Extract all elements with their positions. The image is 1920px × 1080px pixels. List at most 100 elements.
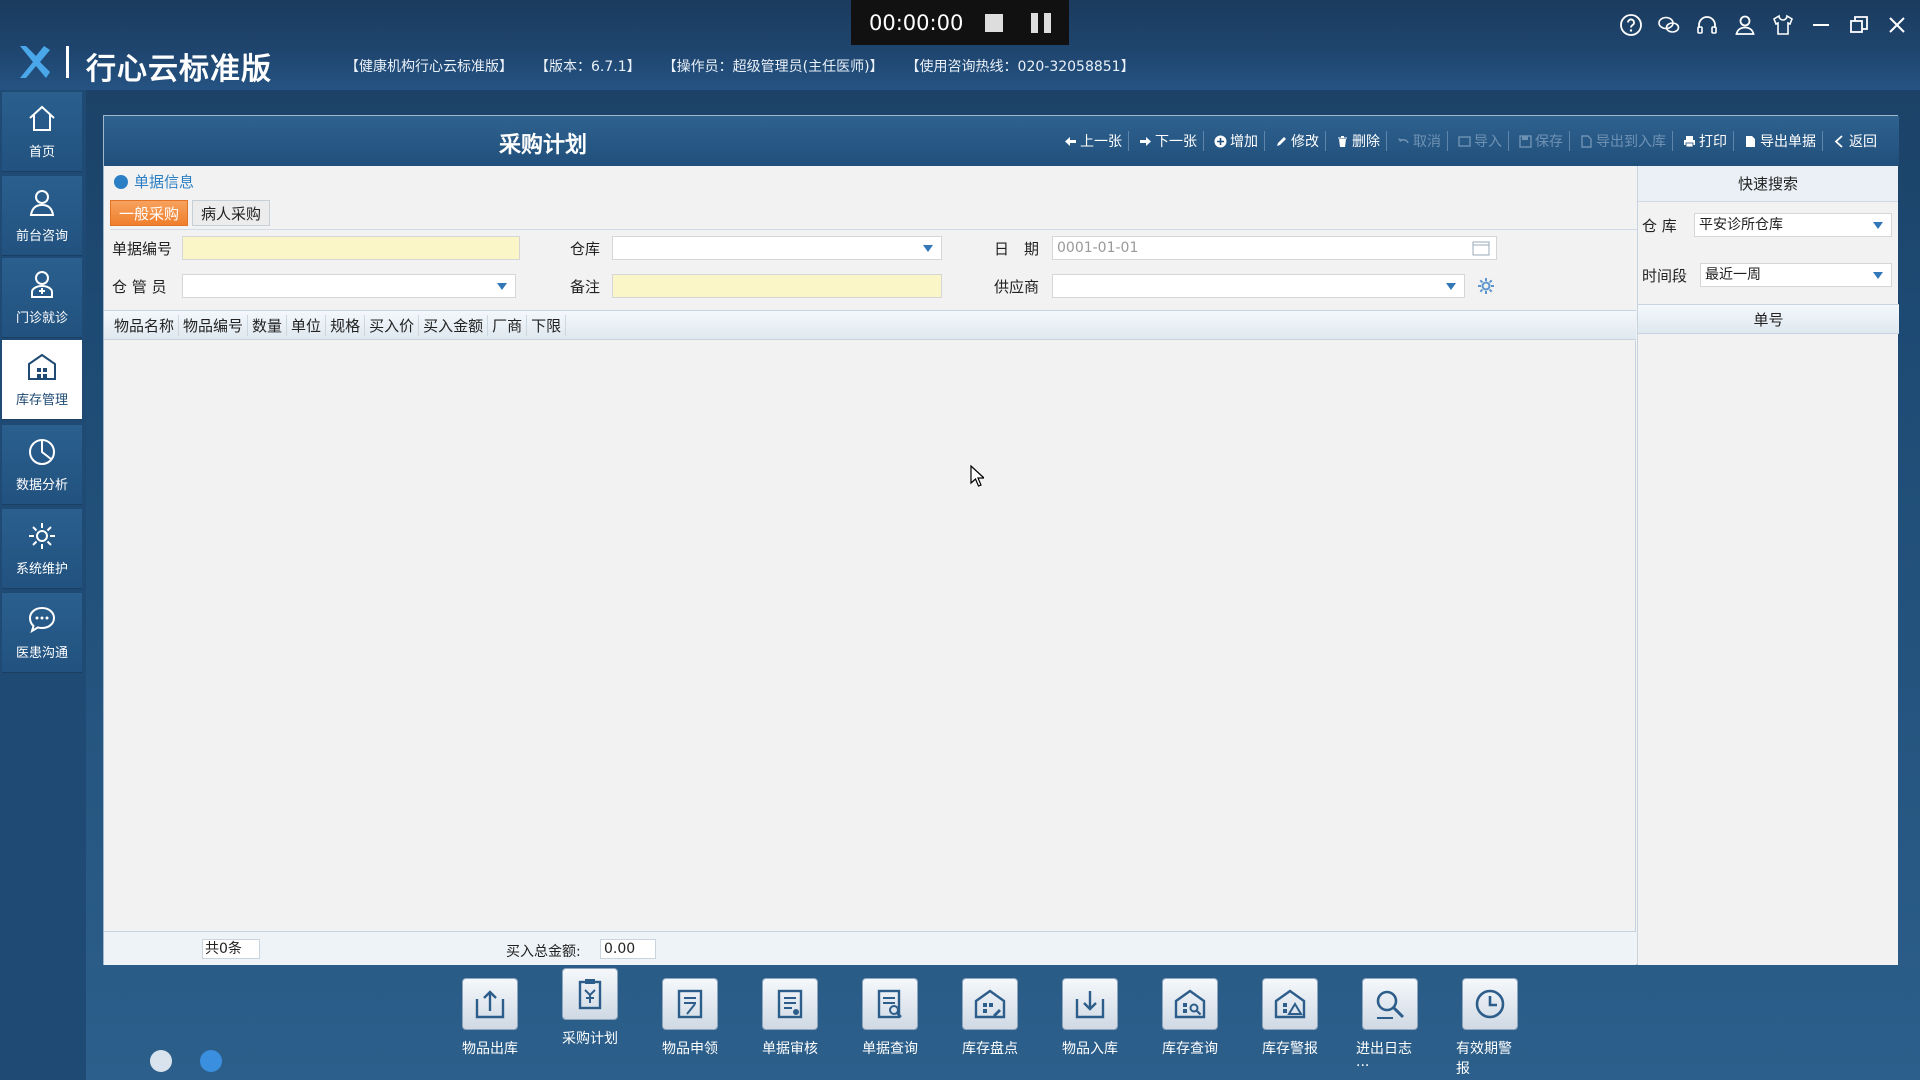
form-row-2: 仓 管 员 备注 供应商 [112,274,1495,298]
doc-no-input[interactable] [182,236,520,260]
nav-reception[interactable]: 前台咨询 [2,176,82,256]
audit-icon [762,978,818,1030]
user-icon[interactable] [1732,12,1758,38]
col-spec[interactable]: 规格 [326,314,366,336]
close-icon[interactable] [1884,12,1910,38]
col-quantity[interactable]: 数量 [248,314,288,336]
dock-requisition[interactable]: 物品申领 [656,978,724,1078]
pause-icon[interactable] [1031,12,1051,33]
warehouse-select[interactable] [612,236,942,260]
dock-label: 物品入库 [1062,1041,1118,1057]
page-title: 采购计划 [499,133,588,158]
dock-stock-alert[interactable]: 库存警报 [1256,978,1324,1078]
nav-system[interactable]: 系统维护 [2,509,82,589]
keeper-select[interactable] [182,274,516,298]
section-title: 单据信息 [134,173,195,191]
browser-icon[interactable] [200,1050,222,1072]
arrow-left-icon [1065,136,1076,146]
nav-label: 门诊就诊 [15,311,68,326]
col-buy-price[interactable]: 买入价 [365,314,420,336]
next-label: 下一张 [1155,134,1197,150]
app-info-line: 【健康机构行心云标准版】 【版本：6.7.1】 【操作员：超级管理员(主任医师)… [345,56,1135,76]
save-button[interactable]: 保存 [1513,131,1570,151]
items-table-body[interactable] [104,341,1636,931]
dock-inout-log[interactable]: 进出日志··· [1356,978,1424,1078]
dock-expiry-alert[interactable]: 有效期警报 [1456,978,1524,1078]
dock-stock-in[interactable]: 物品入库 [1056,978,1124,1078]
export-to-stock-button[interactable]: 导出到入库 [1574,131,1673,151]
edit-button[interactable]: 修改 [1269,131,1326,151]
quick-period-select[interactable]: 最近一周 [1700,263,1892,287]
quick-warehouse-select[interactable]: 平安诊所仓库 [1694,213,1892,237]
quick-results-header[interactable]: 单号 [1638,304,1899,334]
delete-label: 删除 [1352,134,1380,150]
wechat-icon[interactable] [1656,12,1682,38]
tab-general-purchase[interactable]: 一般采购 [110,200,189,226]
remark-input[interactable] [612,274,942,298]
restore-icon[interactable] [1846,12,1872,38]
help-icon[interactable] [1618,12,1644,38]
dock-stock-query[interactable]: 库存查询 [1156,978,1224,1078]
items-table-header: 物品名称 物品编号 数量 单位 规格 买入价 买入金额 厂商 下限 [104,310,1636,340]
tab-patient-purchase[interactable]: 病人采购 [192,200,271,226]
purchase-plan-icon [562,968,618,1020]
quick-period-label: 时间段 [1642,266,1688,285]
dock-stocktake[interactable]: 库存盘点 [956,978,1024,1078]
chevron-down-icon [1446,283,1456,290]
quick-warehouse-value: 平安诊所仓库 [1699,217,1783,233]
nav-analytics[interactable]: 数据分析 [2,425,82,505]
nav-outpatient[interactable]: 门诊就诊 [2,258,82,338]
date-input[interactable]: 0001-01-01 [1052,236,1497,260]
skin-icon[interactable] [1770,12,1796,38]
col-item-code[interactable]: 物品编号 [179,314,249,336]
dock-doc-query[interactable]: 单据查询 [856,978,924,1078]
supplier-select[interactable] [1052,274,1465,298]
nav-communication[interactable]: 医患沟通 [2,593,82,673]
section-bullet-icon [114,174,128,189]
total-amount-label: 买入总金额: [506,944,581,960]
clock-icon [1462,978,1518,1030]
chevron-down-icon [1873,222,1883,229]
chevron-down-icon [497,283,507,290]
dock-stock-out[interactable]: 物品出库 [456,978,524,1078]
stop-icon[interactable] [985,13,1003,32]
warehouse-label: 仓库 [570,239,601,258]
nav-home[interactable]: 首页 [2,92,82,172]
export-document-button[interactable]: 导出单据 [1738,131,1823,151]
calendar-icon[interactable] [1472,240,1490,256]
import-icon [1458,135,1471,147]
col-manufacturer[interactable]: 厂商 [488,314,528,336]
dock-label: 进出日志··· [1356,1041,1412,1074]
bottom-dock: 物品出库 采购计划 物品申领 单据审核 单据查询 库存盘点 物品入库 库存查询 … [456,968,1524,1078]
prev-label: 上一张 [1080,134,1122,150]
operator-info: 【操作员：超级管理员(主任医师)】 [662,59,884,75]
tray-app-icon[interactable] [150,1050,172,1072]
delete-button[interactable]: 删除 [1330,131,1387,151]
nav-label: 系统维护 [15,562,68,577]
cancel-button[interactable]: 取消 [1391,131,1448,151]
nav-inventory[interactable]: 库存管理 [2,340,82,420]
stock-in-icon [1062,978,1118,1030]
nav-label: 数据分析 [15,478,68,493]
headset-icon[interactable] [1694,12,1720,38]
prev-button[interactable]: 上一张 [1058,131,1129,151]
settings-gear-icon[interactable] [1477,277,1495,295]
dock-audit[interactable]: 单据审核 [756,978,824,1078]
back-button[interactable]: 返回 [1827,131,1883,151]
print-button[interactable]: 打印 [1677,131,1734,151]
cancel-label: 取消 [1413,134,1441,150]
col-lower-limit[interactable]: 下限 [527,314,567,336]
table-footer: 共0条 买入总金额: 0.00 [104,931,1636,965]
add-button[interactable]: 增加 [1208,131,1265,151]
doc-query-icon [862,978,918,1030]
save-icon [1519,134,1532,148]
minimize-icon[interactable] [1808,12,1834,38]
panel-header: 采购计划 上一张 下一张 增加 修改 删除 取消 导入 保存 导出到入库 打印 … [104,116,1899,166]
dock-purchase-plan[interactable]: 采购计划 [556,968,624,1078]
col-unit[interactable]: 单位 [287,314,327,336]
col-buy-amount[interactable]: 买入金额 [419,314,489,336]
import-button[interactable]: 导入 [1452,131,1509,151]
next-button[interactable]: 下一张 [1133,131,1204,151]
col-item-name[interactable]: 物品名称 [110,314,180,336]
doctor-icon [31,271,53,298]
